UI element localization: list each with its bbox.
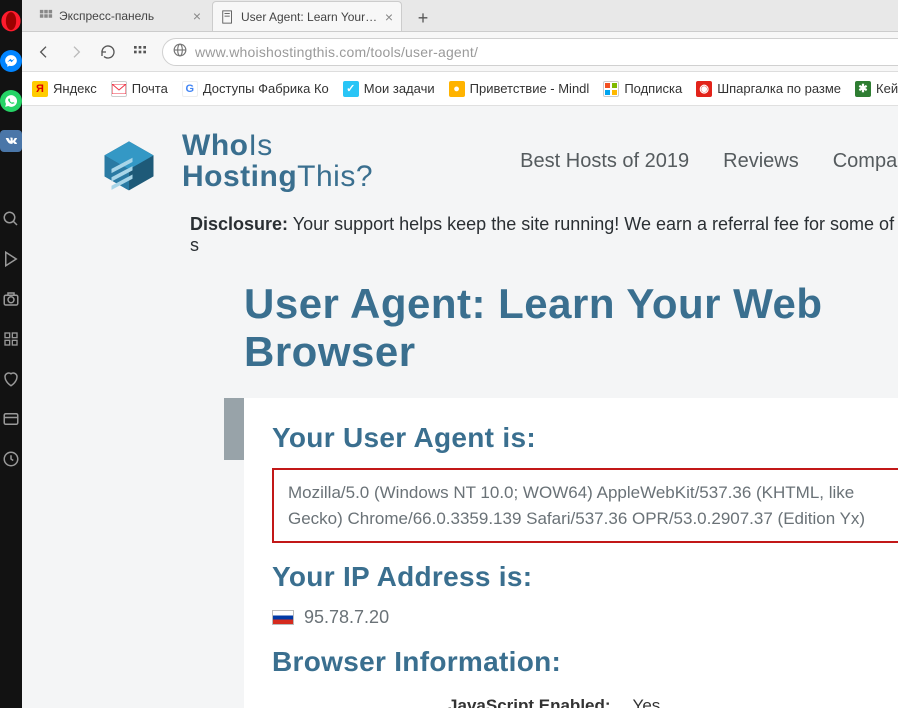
history-icon[interactable] (0, 448, 22, 470)
camera-icon[interactable] (0, 288, 22, 310)
vk-icon[interactable] (0, 130, 22, 152)
nav-comparison[interactable]: Comparisor (833, 150, 898, 173)
forward-button[interactable] (66, 42, 86, 62)
disclosure-bar: Disclosure: Your support helps keep the … (190, 214, 898, 256)
page-content: WhoIs HostingThis? Best Hosts of 2019 Re… (22, 106, 898, 708)
yandex-icon: Я (32, 81, 48, 97)
back-button[interactable] (34, 42, 54, 62)
ip-value: 95.78.7.20 (304, 607, 389, 628)
table-row: JavaScript Enabled:Yes (274, 694, 898, 708)
mail-icon (111, 81, 127, 97)
site-brand[interactable]: WhoIs HostingThis? (182, 130, 373, 193)
wiht-logo (94, 126, 164, 196)
reload-button[interactable] (98, 42, 118, 62)
page-favicon (221, 10, 235, 24)
tab-strip: Экспресс-панель × User Agent: Learn Your… (22, 0, 898, 32)
browser-info-heading: Browser Information: (272, 646, 898, 678)
search-icon[interactable] (0, 208, 22, 230)
content-card: Your User Agent is: Mozilla/5.0 (Windows… (244, 398, 898, 708)
russia-flag-icon (272, 610, 294, 625)
messenger-icon[interactable] (0, 50, 22, 72)
tab-user-agent[interactable]: User Agent: Learn Your We × (212, 1, 402, 31)
browser-chrome: Экспресс-панель × User Agent: Learn Your… (22, 0, 898, 708)
user-agent-box: Mozilla/5.0 (Windows NT 10.0; WOW64) App… (272, 468, 898, 543)
subscribe-icon (603, 81, 619, 97)
case-icon: ✱ (855, 81, 871, 97)
address-bar[interactable]: www.whoishostingthis.com/tools/user-agen… (162, 38, 898, 66)
google-icon: G (182, 81, 198, 97)
navigation-bar: www.whoishostingthis.com/tools/user-agen… (22, 32, 898, 72)
cheatsheet-icon: ◉ (696, 81, 712, 97)
primary-nav: Best Hosts of 2019 Reviews Comparisor (520, 150, 898, 173)
bookmark-mindl[interactable]: ●Приветствие - Mindl (449, 81, 590, 97)
site-info-icon[interactable] (173, 43, 187, 60)
browser-info-table: JavaScript Enabled:Yes Cookies Enabled:Y… (272, 692, 898, 708)
tasks-icon: ✓ (343, 81, 359, 97)
tab-express-panel[interactable]: Экспресс-панель × (30, 1, 210, 31)
tab-title: User Agent: Learn Your We (241, 10, 379, 24)
url-text: www.whoishostingthis.com/tools/user-agen… (195, 44, 898, 60)
bookmark-cheatsheet[interactable]: ◉Шпаргалка по разме (696, 81, 841, 97)
ua-heading: Your User Agent is: (272, 422, 898, 454)
whatsapp-icon[interactable] (0, 90, 22, 112)
site-header: WhoIs HostingThis? Best Hosts of 2019 Re… (94, 126, 898, 196)
nav-best-hosts[interactable]: Best Hosts of 2019 (520, 150, 689, 173)
apps-icon[interactable] (0, 328, 22, 350)
card-accent (224, 398, 244, 460)
play-icon[interactable] (0, 248, 22, 270)
page-title: User Agent: Learn Your Web Browser (244, 280, 898, 376)
close-icon[interactable]: × (385, 9, 393, 25)
opera-logo-icon[interactable] (0, 10, 22, 32)
ip-row: 95.78.7.20 (272, 607, 898, 628)
heart-icon[interactable] (0, 368, 22, 390)
tab-title: Экспресс-панель (59, 9, 187, 23)
bookmark-yandex[interactable]: ЯЯндекс (32, 81, 97, 97)
ip-heading: Your IP Address is: (272, 561, 898, 593)
bookmark-tasks[interactable]: ✓Мои задачи (343, 81, 435, 97)
close-icon[interactable]: × (193, 8, 201, 24)
bookmark-mail[interactable]: Почта (111, 81, 168, 97)
bookmarks-bar: ЯЯндекс Почта GДоступы Фабрика Ко ✓Мои з… (22, 72, 898, 106)
mindl-icon: ● (449, 81, 465, 97)
opera-sidebar (0, 0, 22, 708)
nav-reviews[interactable]: Reviews (723, 150, 799, 173)
apps-button[interactable] (130, 42, 150, 62)
new-tab-button[interactable]: + (410, 5, 436, 31)
panel-icon[interactable] (0, 408, 22, 430)
bookmark-access[interactable]: GДоступы Фабрика Ко (182, 81, 329, 97)
speed-dial-icon (39, 9, 53, 23)
bookmark-case[interactable]: ✱Кейс: пр (855, 81, 898, 97)
bookmark-subscribe[interactable]: Подписка (603, 81, 682, 97)
